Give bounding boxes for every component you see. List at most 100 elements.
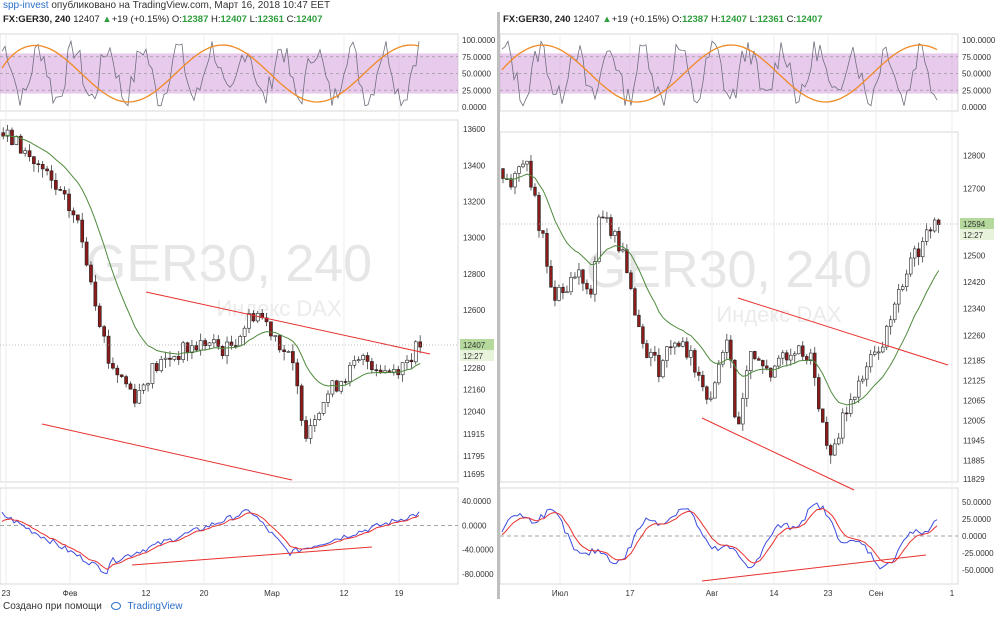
candle-body <box>400 362 405 376</box>
candle-body <box>225 341 229 357</box>
time-tag: 12:27 <box>463 352 484 361</box>
candle-body <box>909 257 913 275</box>
trendline-resistance <box>737 297 949 366</box>
publish-info: опубликовано на TradingView.com, Март 16… <box>51 0 331 11</box>
chart-svg-left[interactable]: GER30, 240 Индекс DAX 100.0000 75.0000 50.00… <box>0 12 497 599</box>
candle-body <box>889 319 893 327</box>
symbol-name: FX:GER30, 240 <box>3 14 71 25</box>
macd-trendline <box>131 546 373 566</box>
time-tick-label: Сен <box>869 589 884 598</box>
candle-body <box>374 369 379 372</box>
candle-body <box>885 325 889 348</box>
author-link[interactable]: spp-invest <box>3 0 49 11</box>
candle-body <box>920 241 925 258</box>
candle-body <box>869 354 873 368</box>
chart-panel-left[interactable]: GER30, 240 Индекс DAX 100.0000 75.0000 50.00… <box>0 12 497 599</box>
price-tick-label: 11829 <box>963 475 985 484</box>
change-value: +19 (+0.15%) <box>611 14 670 25</box>
candle-body <box>829 445 833 456</box>
candle-body <box>865 366 869 380</box>
candle-body <box>529 160 533 188</box>
open-value: 12387 <box>181 14 209 25</box>
candle-body <box>569 277 573 293</box>
price-tick-label: 12005 <box>963 416 986 425</box>
price-tick-label: 12065 <box>963 396 986 405</box>
candle-body <box>589 288 593 295</box>
candle-body <box>773 365 777 378</box>
symbol-line: FX:GER30, 240 12407 ▲+19 (+0.15%) O:1238… <box>3 14 323 25</box>
candle-body <box>111 363 115 369</box>
candle-body <box>321 402 326 414</box>
tradingview-logo-icon[interactable] <box>110 602 121 610</box>
open-value: 12387 <box>681 14 709 25</box>
candle-body <box>185 342 190 354</box>
price-tick-label: 12800 <box>463 270 486 279</box>
candle-body <box>27 150 32 157</box>
time-tick-label: 23 <box>824 589 833 598</box>
chart-svg-right[interactable]: GER30, 240 Индекс DAX 100.0000 75.0000 50.00… <box>500 12 997 599</box>
candle-body <box>176 355 181 360</box>
candle-body <box>645 343 649 358</box>
macd-pane-frame <box>0 487 459 585</box>
candle-body <box>813 352 817 378</box>
candle-body <box>317 413 322 420</box>
candle-body <box>765 365 769 369</box>
candle-body <box>308 425 313 439</box>
candle-body <box>168 357 172 360</box>
chart-panel-right[interactable]: GER30, 240 Индекс DAX 100.0000 75.0000 50.00… <box>500 12 997 599</box>
time-tick-label: 1 <box>950 589 955 598</box>
price-tick-label: 12600 <box>463 306 486 315</box>
candle-body <box>897 289 901 305</box>
candle-body <box>601 216 605 219</box>
macd-signal-line <box>1 512 420 570</box>
candle-body <box>133 388 137 404</box>
candle-body <box>40 164 45 170</box>
candle-body <box>621 249 625 252</box>
footer-brand-link[interactable]: TradingView <box>127 601 182 612</box>
symbol-name: FX:GER30, 240 <box>503 14 571 25</box>
low-value: 12361 <box>757 14 784 25</box>
candle-body <box>537 194 541 231</box>
price-tick-label: 13000 <box>463 234 486 243</box>
candle-body <box>282 349 286 352</box>
time-tick-label: 19 <box>395 589 404 598</box>
candle-body <box>501 168 505 179</box>
footer: Создано при помощи TradingView <box>0 600 1000 621</box>
candle-body <box>97 305 102 327</box>
last-value: 12407 <box>573 14 600 25</box>
price-tick-label: 12800 <box>963 151 986 160</box>
macd-tick-label: -50.0000 <box>962 566 994 575</box>
candle-body <box>277 335 282 351</box>
price-tick-label: 13200 <box>463 197 486 206</box>
watermark-title: GER30, 240 <box>586 241 872 299</box>
candle-body <box>102 326 106 337</box>
watermark-title: GER30, 240 <box>86 235 372 293</box>
candle-body <box>352 360 357 366</box>
candle-body <box>924 229 929 242</box>
time-tick-label: Июл <box>552 589 569 598</box>
candle-body <box>54 180 58 190</box>
candle-body <box>609 217 613 236</box>
candle-body <box>857 380 861 398</box>
stoch-tick-label: 100.0000 <box>462 36 496 45</box>
candle-body <box>141 384 146 391</box>
candle-body <box>273 335 278 337</box>
time-tick-label: 12 <box>340 589 349 598</box>
candle-body <box>67 193 71 212</box>
macd-line <box>1 509 420 575</box>
candle-body <box>238 336 243 347</box>
candle-body <box>541 230 545 234</box>
candle-body <box>629 272 633 289</box>
change-up-icon: ▲ <box>102 14 112 25</box>
candle-body <box>605 217 609 219</box>
symbol-line: FX:GER30, 240 12407 ▲+19 (+0.15%) O:1238… <box>503 14 823 25</box>
high-value: 12407 <box>220 14 247 25</box>
candle-body <box>304 420 308 439</box>
candle-body <box>75 214 80 221</box>
price-tick-label: 12040 <box>463 407 486 416</box>
candle-body <box>669 346 673 349</box>
candle-body <box>785 352 789 361</box>
candle-body <box>365 355 370 362</box>
candle-body <box>797 345 801 355</box>
candle-body <box>737 416 741 425</box>
